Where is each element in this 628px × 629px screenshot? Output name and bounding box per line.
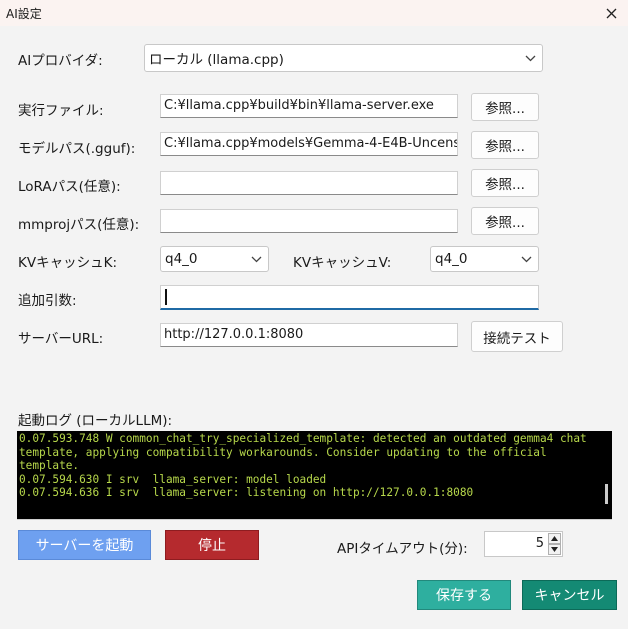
text-caret xyxy=(165,289,167,305)
executable-input[interactable]: C:¥llama.cpp¥build¥bin¥llama-server.exe xyxy=(160,94,458,118)
close-button[interactable] xyxy=(598,0,624,26)
server-url-value: http://127.0.0.1:8080 xyxy=(164,327,304,342)
model-path-label: モデルパス(.gguf): xyxy=(18,141,136,157)
lora-path-browse-button[interactable]: 参照... xyxy=(471,169,539,197)
log-label: 起動ログ (ローカルLLM): xyxy=(18,413,173,429)
title-bar: AI設定 xyxy=(0,0,628,26)
server-url-input[interactable]: http://127.0.0.1:8080 xyxy=(160,323,458,347)
model-path-value: C:¥llama.cpp¥models¥Gemma-4-E4B-Uncensor… xyxy=(164,136,458,151)
timeout-decrement-button[interactable] xyxy=(548,544,561,555)
log-text: 0.07.593.748 W common_chat_try_specializ… xyxy=(19,432,587,500)
log-scrollbar-thumb[interactable] xyxy=(605,484,608,504)
caret-up-icon xyxy=(551,536,558,541)
executable-label: 実行ファイル: xyxy=(18,103,104,119)
timeout-increment-button[interactable] xyxy=(548,533,561,544)
timeout-value: 5 xyxy=(535,536,544,551)
log-divider xyxy=(17,519,612,520)
chevron-down-icon xyxy=(521,256,532,263)
cancel-button[interactable]: キャンセル xyxy=(522,580,617,610)
kv-cache-k-dropdown[interactable]: q4_0 xyxy=(160,246,269,272)
server-url-label: サーバーURL: xyxy=(18,331,104,347)
model-path-input[interactable]: C:¥llama.cpp¥models¥Gemma-4-E4B-Uncensor… xyxy=(160,132,458,156)
kv-cache-k-value: q4_0 xyxy=(165,251,198,267)
provider-label: AIプロバイダ: xyxy=(18,53,103,69)
extra-args-input[interactable] xyxy=(160,285,539,310)
lora-path-input[interactable] xyxy=(160,171,458,195)
mmproj-path-browse-button[interactable]: 参照... xyxy=(471,207,539,235)
log-scrollbar[interactable] xyxy=(600,431,612,519)
close-icon xyxy=(606,8,616,18)
executable-browse-button[interactable]: 参照... xyxy=(471,93,539,121)
stop-button[interactable]: 停止 xyxy=(165,530,259,560)
executable-value: C:¥llama.cpp¥build¥bin¥llama-server.exe xyxy=(164,98,434,113)
caret-down-icon xyxy=(551,547,558,552)
kv-cache-v-label: KVキャッシュV: xyxy=(293,255,392,271)
mmproj-path-label: mmprojパス(任意): xyxy=(18,217,140,233)
timeout-spinbox[interactable]: 5 xyxy=(484,531,563,557)
start-server-button[interactable]: サーバーを起動 xyxy=(18,530,151,560)
timeout-label: APIタイムアウト(分): xyxy=(337,541,468,557)
kv-cache-v-dropdown[interactable]: q4_0 xyxy=(430,246,539,272)
mmproj-path-input[interactable] xyxy=(160,209,458,233)
lora-path-label: LoRAパス(任意): xyxy=(18,179,121,195)
provider-value: ローカル (llama.cpp) xyxy=(149,52,284,68)
chevron-down-icon xyxy=(525,55,536,62)
kv-cache-v-value: q4_0 xyxy=(435,251,468,267)
save-button[interactable]: 保存する xyxy=(417,580,511,610)
connection-test-button[interactable]: 接続テスト xyxy=(471,321,563,352)
model-path-browse-button[interactable]: 参照... xyxy=(471,131,539,159)
kv-cache-k-label: KVキャッシュK: xyxy=(18,255,117,271)
extra-args-label: 追加引数: xyxy=(18,293,77,309)
chevron-down-icon xyxy=(251,256,262,263)
log-output[interactable]: 0.07.593.748 W common_chat_try_specializ… xyxy=(17,431,612,519)
provider-dropdown[interactable]: ローカル (llama.cpp) xyxy=(144,44,543,72)
window-title: AI設定 xyxy=(6,7,42,21)
